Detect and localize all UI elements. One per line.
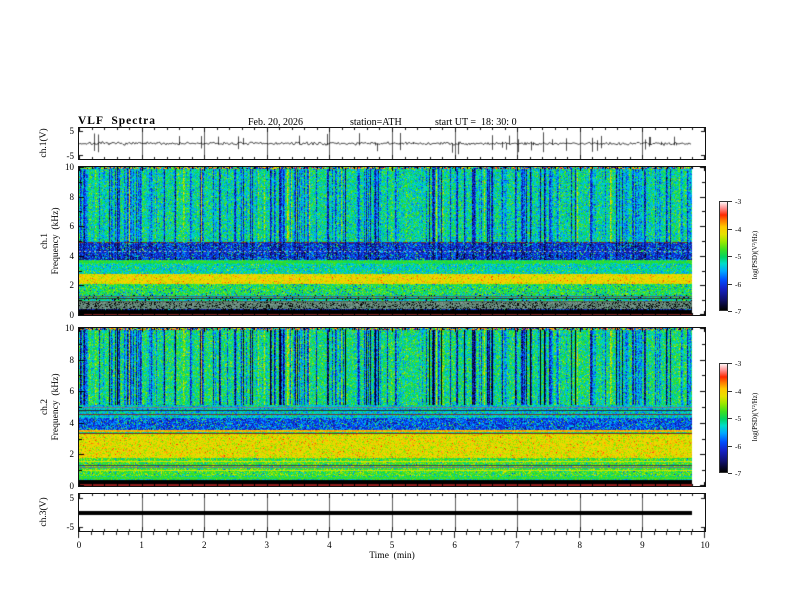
- colorbar-tick-mark: [728, 418, 732, 419]
- ch1-waveform-panel: [78, 127, 706, 160]
- y-tick-label: 5: [69, 492, 75, 503]
- x-tick-label: 6: [452, 540, 457, 550]
- colorbar-tick-label: -4: [735, 224, 742, 234]
- ch1-waveform-canvas: [79, 128, 705, 159]
- y-tick-label: 10: [65, 162, 74, 172]
- ch3-waveform-panel: [78, 493, 706, 532]
- axis-label-line: Frequency (kHz): [51, 373, 61, 441]
- x-tick-label: 9: [640, 540, 645, 550]
- colorbar-ch1: [719, 201, 728, 311]
- colorbar-tick-mark: [728, 473, 732, 474]
- colorbar-tick-mark: [728, 256, 732, 257]
- x-tick-label: 7: [514, 540, 520, 550]
- y-tick-label: 4: [69, 417, 75, 428]
- y-tick-label: -5: [66, 151, 75, 161]
- x-tick-label: 10: [700, 540, 710, 550]
- y-tick-label: 0: [69, 310, 75, 320]
- time-axis-ticks: [78, 532, 706, 540]
- y-tick-label: 2: [69, 449, 75, 460]
- colorbar-ch2-label: log(PSD)(V²/Hz): [751, 392, 759, 442]
- colorbar-tick-mark: [728, 228, 732, 230]
- axis-label-line: ch.1: [39, 232, 50, 250]
- ch2-spectrogram-canvas: [79, 328, 705, 486]
- y-tick-label: -5: [66, 522, 75, 533]
- colorbar-tick-label: -3: [735, 359, 742, 368]
- ch3-voltage-axis-label: ch.3(V): [33, 452, 57, 572]
- ch3-waveform-canvas: [79, 494, 705, 531]
- colorbar-tick-mark: [728, 363, 732, 364]
- colorbar-tick-mark: [728, 283, 732, 285]
- y-tick-label: 8: [69, 354, 75, 365]
- colorbar-tick-label: -6: [735, 441, 742, 451]
- colorbar-tick-label: -5: [735, 414, 742, 423]
- ch1-spectrogram-panel: [78, 166, 706, 316]
- time-axis-title: Time (min): [369, 551, 415, 561]
- axis-label-line: ch.1(V): [39, 128, 50, 158]
- colorbar-tick-mark: [728, 201, 732, 202]
- axis-label-line: Frequency (kHz): [51, 207, 61, 275]
- x-tick-label: 3: [264, 540, 270, 550]
- x-tick-label: 0: [76, 540, 82, 550]
- colorbar-tick-mark: [728, 390, 732, 392]
- y-tick-label: 6: [69, 386, 75, 397]
- y-tick-label: 6: [69, 221, 75, 232]
- y-tick-label: 2: [69, 280, 75, 291]
- colorbar-tick-label: -7: [735, 307, 742, 316]
- x-tick-label: 4: [327, 540, 332, 550]
- axis-label-line: ch.3(V): [39, 497, 50, 527]
- colorbar-tick-label: -4: [735, 386, 742, 396]
- plot-title: VLF Spectra: [78, 115, 157, 127]
- colorbar-tick-label: -3: [735, 197, 742, 206]
- y-tick-label: 5: [69, 126, 75, 136]
- colorbar-tick-mark: [728, 311, 732, 312]
- colorbar-tick-label: -6: [735, 279, 742, 289]
- y-tick-label: 10: [65, 323, 74, 333]
- x-tick-label: 5: [389, 540, 395, 550]
- x-tick-label: 2: [201, 540, 207, 550]
- y-tick-label: 4: [69, 250, 75, 261]
- axis-label-line: ch.2: [39, 398, 50, 416]
- ch1-spectrogram-canvas: [79, 167, 705, 315]
- colorbar-ch1-label: log(PSD)(V²/Hz): [751, 230, 759, 280]
- vlf-spectra-figure: VLF Spectra Feb. 20, 2026 station=ATH st…: [0, 0, 792, 612]
- x-tick-label: 8: [577, 540, 583, 550]
- y-tick-label: 0: [69, 481, 75, 491]
- colorbar-tick-label: -5: [735, 252, 742, 261]
- ch2-spectrogram-panel: [78, 327, 706, 487]
- colorbar-ch2: [719, 363, 728, 473]
- x-tick-label: 1: [139, 540, 144, 550]
- y-tick-label: 8: [69, 191, 75, 202]
- colorbar-tick-label: -7: [735, 469, 742, 478]
- colorbar-tick-mark: [728, 445, 732, 447]
